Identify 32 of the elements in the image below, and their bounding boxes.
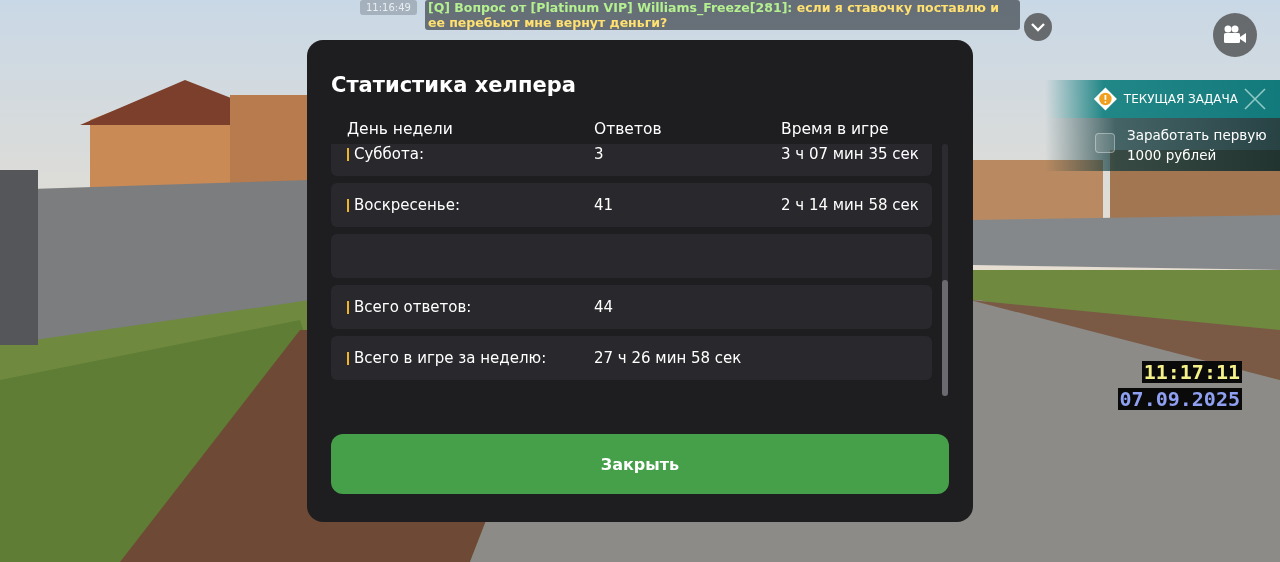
table-cell-text: 44: [594, 298, 615, 316]
column-header: День недели: [347, 120, 454, 138]
table-cell-text: 27 ч 26 мин 58 сек: [594, 349, 743, 367]
table-cell: 2 ч 14 мин 58 сек: [781, 196, 919, 214]
video-camera-icon: [1223, 25, 1247, 45]
clock-time: 11:17:11: [1141, 361, 1242, 383]
table-cell: Всего ответов:: [354, 298, 472, 316]
table-cell-text: 3: [594, 145, 605, 163]
table-cell: Суббота:: [354, 145, 424, 163]
close-button[interactable]: Закрыть: [331, 434, 949, 494]
table-cell: Всего в игре за неделю:: [354, 349, 547, 367]
row-marker: [347, 198, 349, 212]
clock-date: 07.09.2025: [1117, 388, 1242, 410]
column-header: Ответов: [594, 120, 663, 138]
dialog-title: Статистика хелпера: [331, 72, 577, 99]
close-icon: [1244, 88, 1266, 110]
row-marker: [347, 300, 349, 314]
column-header: Время в игре: [781, 120, 890, 138]
row-marker: [347, 147, 349, 161]
row-marker: [347, 351, 349, 365]
task-title: ТЕКУЩАЯ ЗАДАЧА: [1123, 92, 1238, 106]
scrollbar-thumb[interactable]: [942, 280, 948, 396]
close-button[interactable]: [1244, 88, 1266, 110]
warning-icon: [1093, 85, 1118, 113]
task-checkbox[interactable]: [1095, 133, 1115, 153]
table-cell: 3 ч 07 мин 35 сек: [781, 145, 919, 163]
chevron-down-icon: [1031, 22, 1045, 32]
task-label: Заработать первую 1000 рублей: [1127, 126, 1267, 165]
chat-timestamp: 11:16:49: [360, 0, 417, 15]
table-cell-text: 41: [594, 196, 615, 214]
chat-message: [Q] Вопрос от [Platinum VIP] Williams_Freeze[281]: если я ставочку поставлю и ее перебьют мне вернут деньги?: [424, 0, 1020, 30]
table-cell: Воскресенье:: [354, 196, 460, 214]
